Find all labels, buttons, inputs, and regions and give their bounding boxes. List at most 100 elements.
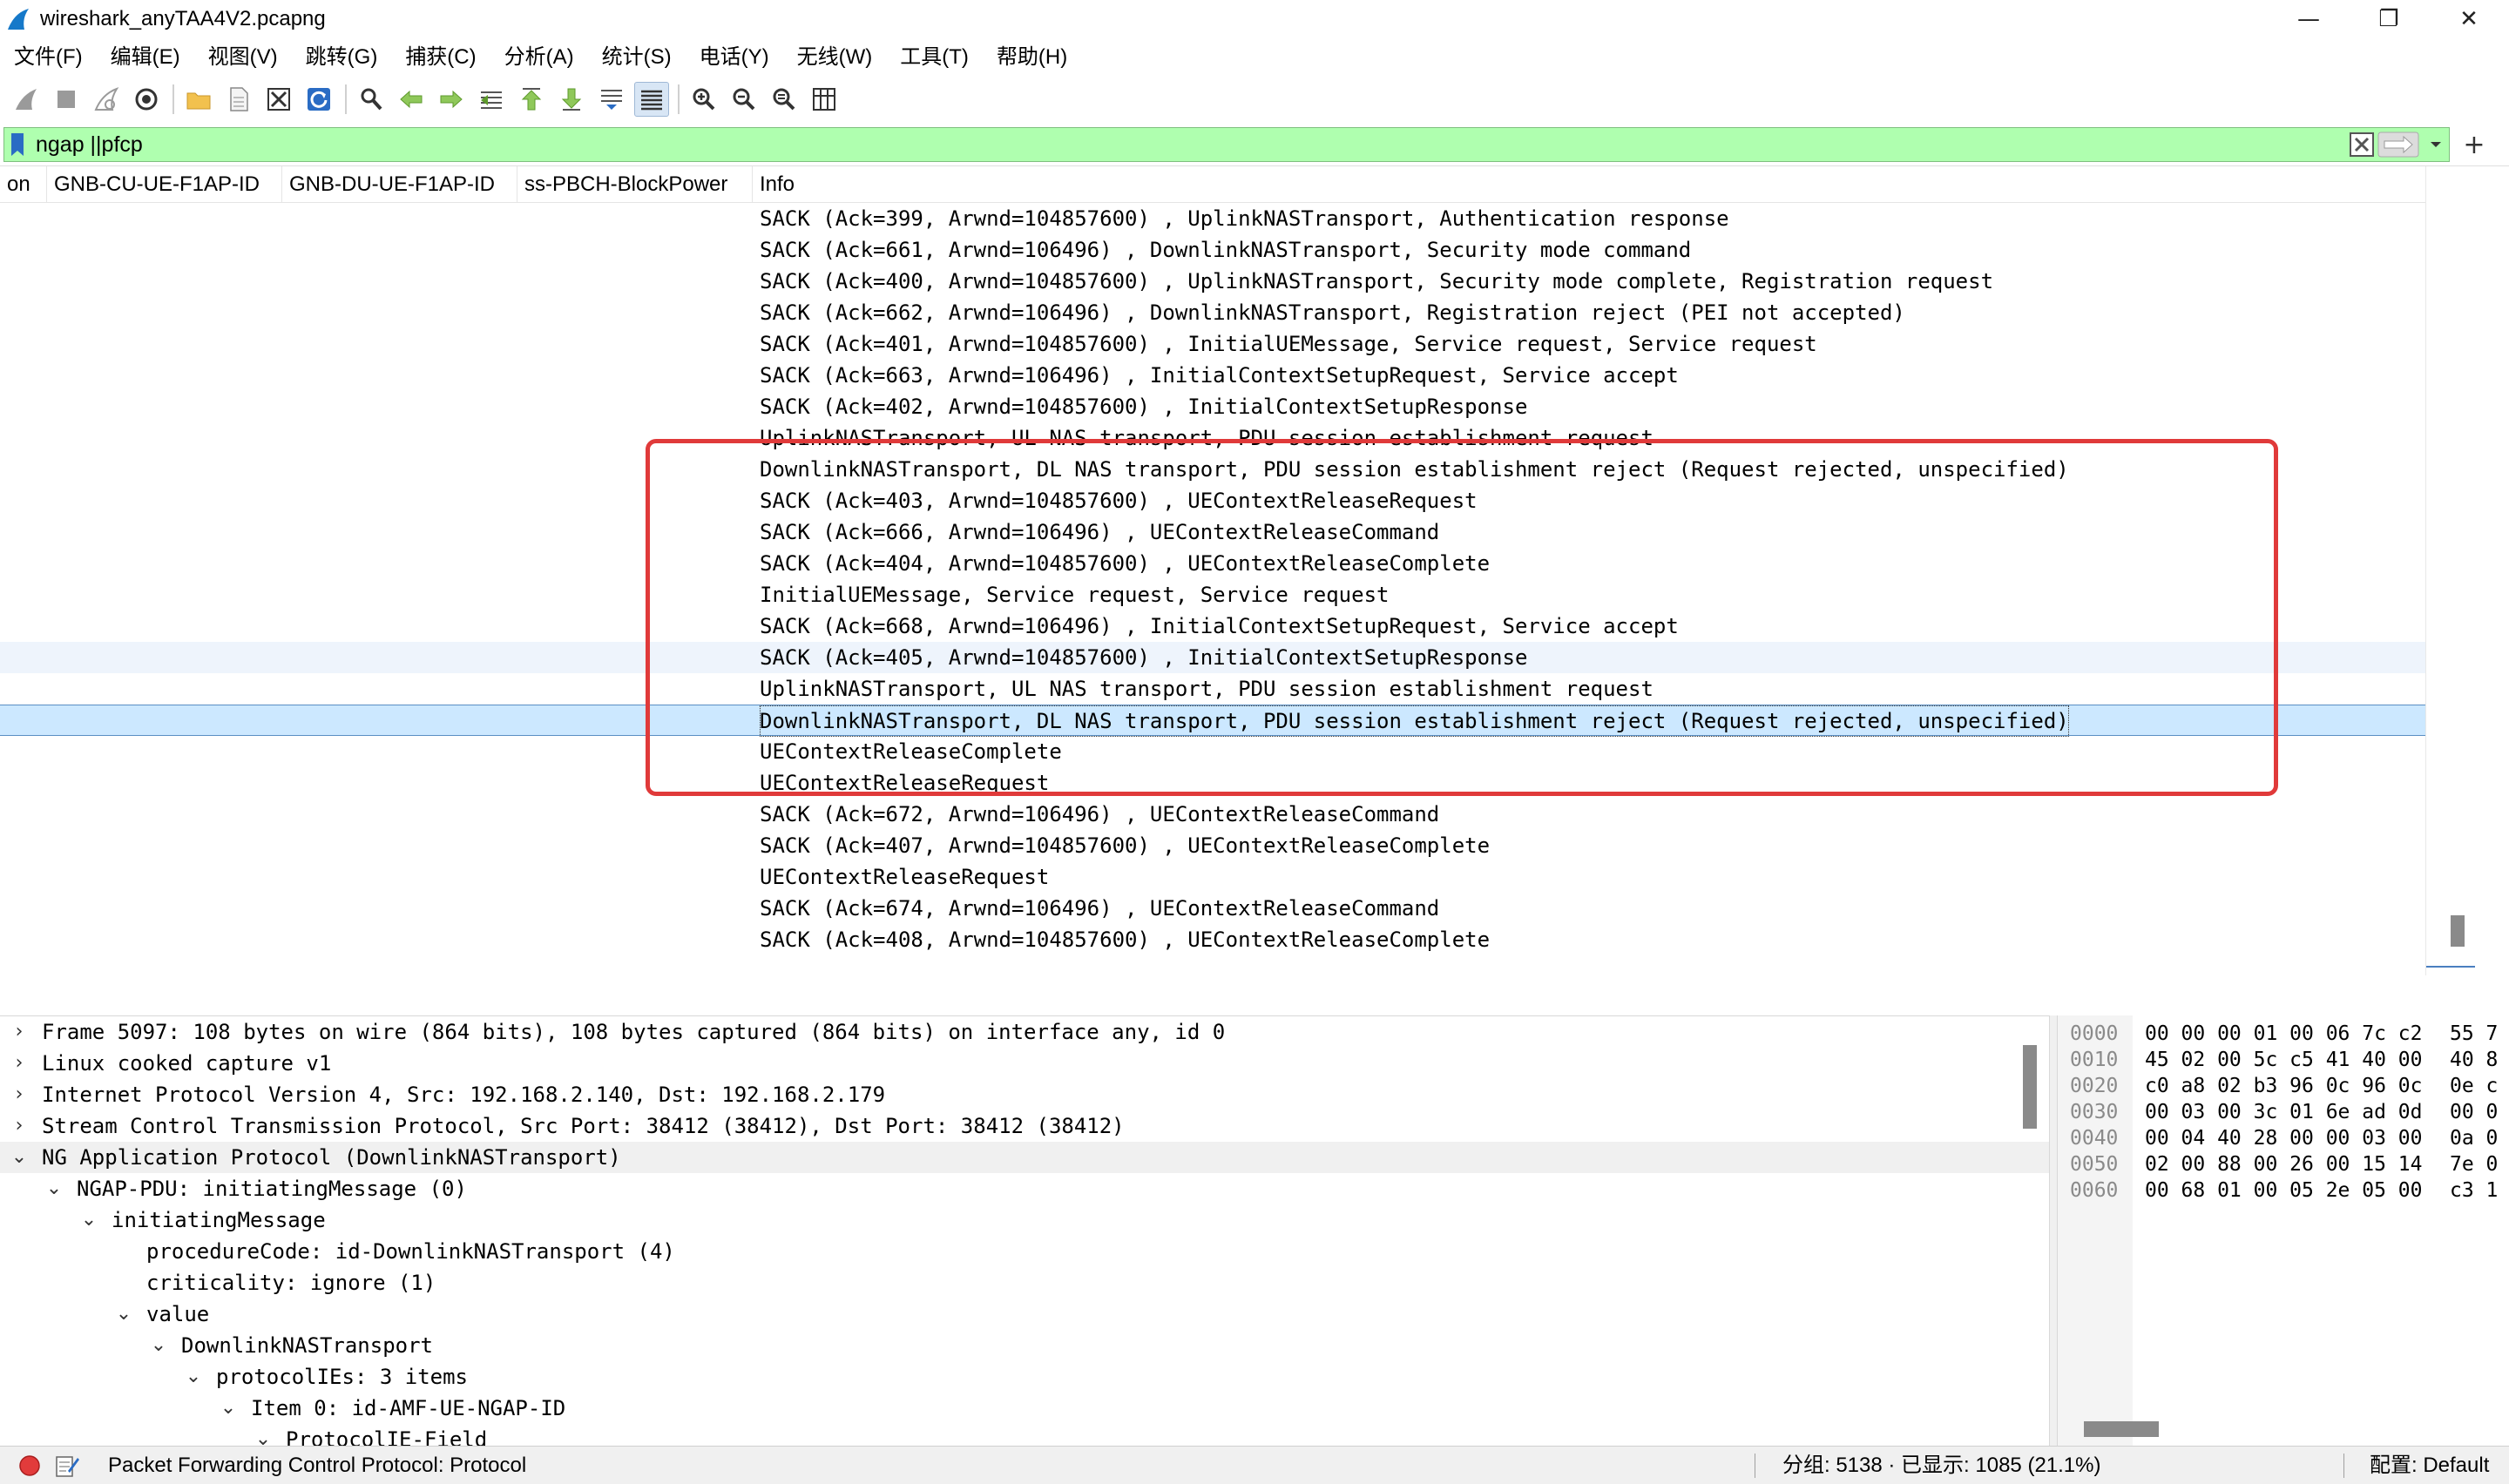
scrollbar-thumb[interactable] (2451, 915, 2465, 947)
menu-edit[interactable]: 编辑(E) (97, 38, 194, 77)
column-header-info[interactable]: Info (753, 166, 2425, 203)
menu-go[interactable]: 跳转(G) (292, 38, 392, 77)
resize-columns-button[interactable] (807, 82, 842, 117)
packet-row[interactable]: SACK (Ack=400, Arwnd=104857600) , Uplink… (0, 266, 2425, 297)
menu-analyze[interactable]: 分析(A) (490, 38, 588, 77)
zoom-out-button[interactable] (727, 82, 761, 117)
first-packet-button[interactable] (514, 82, 549, 117)
packet-row[interactable]: SACK (Ack=404, Arwnd=104857600) , UECont… (0, 548, 2425, 579)
packet-row[interactable]: UEContextReleaseRequest (0, 767, 2425, 799)
menu-file[interactable]: 文件(F) (0, 38, 97, 77)
go-back-button[interactable] (394, 82, 429, 117)
collapse-chevron-icon[interactable]: ⌄ (253, 1424, 274, 1446)
detail-tree-item[interactable]: ⌄ ProtocolIE-Field (0, 1424, 2049, 1446)
zoom-reset-button[interactable] (767, 82, 801, 117)
capture-options-button[interactable] (129, 82, 164, 117)
packet-row[interactable]: SACK (Ack=662, Arwnd=106496) , DownlinkN… (0, 297, 2425, 328)
apply-filter-button[interactable] (2377, 129, 2419, 160)
packet-row[interactable]: UEContextReleaseRequest (0, 861, 2425, 893)
column-header-ss-pbch-blockpower[interactable]: ss-PBCH-BlockPower (517, 166, 753, 203)
detail-tree-item[interactable]: › Frame 5097: 108 bytes on wire (864 bits… (0, 1016, 2049, 1048)
detail-tree-item[interactable]: ⌄ initiatingMessage (0, 1204, 2049, 1236)
packet-row[interactable]: SACK (Ack=668, Arwnd=106496) , InitialCo… (0, 610, 2425, 642)
colorize-button[interactable] (634, 82, 669, 117)
packet-row[interactable]: InitialUEMessage, Service request, Servi… (0, 579, 2425, 610)
edit-comment-icon[interactable] (54, 1454, 80, 1478)
go-forward-button[interactable] (434, 82, 469, 117)
column-header-gnb-cu-ue-f1ap-id[interactable]: GNB-CU-UE-F1AP-ID (47, 166, 282, 203)
detail-tree-item[interactable]: procedureCode: id-DownlinkNASTransport (… (0, 1236, 2049, 1267)
packet-row[interactable]: SACK (Ack=402, Arwnd=104857600) , Initia… (0, 391, 2425, 422)
stop-capture-button[interactable] (49, 82, 84, 117)
packet-row[interactable]: DownlinkNASTransport, DL NAS transport, … (0, 454, 2425, 485)
packet-row[interactable]: SACK (Ack=401, Arwnd=104857600) , Initia… (0, 328, 2425, 360)
go-to-packet-button[interactable] (474, 82, 509, 117)
menu-help[interactable]: 帮助(H) (983, 38, 1081, 77)
collapse-chevron-icon[interactable]: ⌄ (78, 1204, 99, 1236)
filter-bookmark-button[interactable] (4, 128, 30, 161)
restore-button[interactable]: ❐ (2349, 0, 2429, 38)
detail-tree-item[interactable]: ⌄ protocolIEs: 3 items (0, 1361, 2049, 1393)
add-filter-button[interactable]: + (2457, 127, 2492, 162)
clear-filter-button[interactable] (2350, 129, 2374, 160)
detail-tree-item[interactable]: ⌄ Item 0: id-AMF-UE-NGAP-ID (0, 1393, 2049, 1424)
expand-chevron-icon[interactable]: › (9, 1110, 30, 1142)
collapse-chevron-icon[interactable]: ⌄ (148, 1330, 169, 1361)
collapse-chevron-icon[interactable]: ⌄ (113, 1298, 134, 1330)
restart-capture-button[interactable] (89, 82, 124, 117)
last-packet-button[interactable] (554, 82, 589, 117)
minimize-button[interactable]: — (2269, 0, 2349, 38)
collapse-chevron-icon[interactable]: ⌄ (183, 1361, 204, 1393)
save-file-button[interactable] (221, 82, 256, 117)
bytes-horizontal-scrollbar-thumb[interactable] (2084, 1421, 2159, 1437)
menu-capture[interactable]: 捕获(C) (391, 38, 490, 77)
packet-row[interactable]: UEContextReleaseComplete (0, 736, 2425, 767)
detail-tree-item[interactable]: › Stream Control Transmission Protocol, S… (0, 1110, 2049, 1142)
reload-file-button[interactable] (301, 82, 336, 117)
packet-row[interactable]: SACK (Ack=661, Arwnd=106496) , DownlinkN… (0, 234, 2425, 266)
column-header-gnb-du-ue-f1ap-id[interactable]: GNB-DU-UE-F1AP-ID (282, 166, 517, 203)
expand-chevron-icon[interactable]: › (9, 1016, 30, 1048)
packet-row[interactable]: DownlinkNASTransport, DL NAS transport, … (0, 705, 2425, 737)
detail-tree-item[interactable]: criticality: ignore (1) (0, 1267, 2049, 1298)
auto-scroll-button[interactable] (594, 82, 629, 117)
packet-row[interactable]: SACK (Ack=666, Arwnd=106496) , UEContext… (0, 516, 2425, 548)
expert-info-icon[interactable] (17, 1454, 42, 1478)
collapse-chevron-icon[interactable]: ⌄ (9, 1142, 30, 1173)
packet-row[interactable]: SACK (Ack=407, Arwnd=104857600) , UECont… (0, 830, 2425, 861)
packet-row[interactable]: UplinkNASTransport, UL NAS transport, PD… (0, 422, 2425, 454)
menu-wireless[interactable]: 无线(W) (783, 38, 887, 77)
packet-list-vertical-scrollbar[interactable] (2425, 166, 2475, 975)
packet-row[interactable]: SACK (Ack=408, Arwnd=104857600) , UECont… (0, 924, 2425, 955)
menu-view[interactable]: 视图(V) (194, 38, 292, 77)
packet-row[interactable]: SACK (Ack=663, Arwnd=106496) , InitialCo… (0, 360, 2425, 391)
status-profile[interactable]: 配置: Default (2370, 1447, 2489, 1484)
open-file-button[interactable] (181, 82, 216, 117)
detail-tree-item[interactable]: › Linux cooked capture v1 (0, 1048, 2049, 1079)
details-vertical-scrollbar[interactable] (2019, 1045, 2040, 1446)
expand-chevron-icon[interactable]: › (9, 1048, 30, 1079)
collapse-chevron-icon[interactable]: ⌄ (218, 1393, 239, 1424)
packet-row[interactable]: SACK (Ack=403, Arwnd=104857600) , UECont… (0, 485, 2425, 516)
detail-tree-item[interactable]: ⌄ NGAP-PDU: initiatingMessage (0) (0, 1173, 2049, 1204)
recent-filters-dropdown[interactable] (2423, 129, 2449, 160)
detail-tree-item[interactable]: ⌄ NG Application Protocol (DownlinkNASTra… (0, 1142, 2049, 1173)
packet-row[interactable]: SACK (Ack=672, Arwnd=106496) , UEContext… (0, 799, 2425, 830)
zoom-in-button[interactable] (686, 82, 721, 117)
collapse-chevron-icon[interactable]: ⌄ (44, 1173, 64, 1204)
pane-splitter[interactable] (2049, 1015, 2058, 1446)
packet-row[interactable]: UplinkNASTransport, UL NAS transport, PD… (0, 673, 2425, 705)
close-button[interactable]: ✕ (2429, 0, 2509, 38)
close-file-button[interactable] (261, 82, 296, 117)
packet-row[interactable]: SACK (Ack=674, Arwnd=106496) , UEContext… (0, 893, 2425, 924)
display-filter-input[interactable] (30, 129, 2346, 160)
packet-row[interactable]: SACK (Ack=399, Arwnd=104857600) , Uplink… (0, 203, 2425, 234)
column-header-protocol[interactable]: on (0, 166, 47, 203)
packet-row[interactable]: SACK (Ack=405, Arwnd=104857600) , Initia… (0, 642, 2425, 673)
find-packet-button[interactable] (354, 82, 389, 117)
menu-telephony[interactable]: 电话(Y) (686, 38, 783, 77)
detail-tree-item[interactable]: › Internet Protocol Version 4, Src: 192.1… (0, 1079, 2049, 1110)
menu-statistics[interactable]: 统计(S) (588, 38, 686, 77)
detail-tree-item[interactable]: ⌄ value (0, 1298, 2049, 1330)
expand-chevron-icon[interactable]: › (9, 1079, 30, 1110)
